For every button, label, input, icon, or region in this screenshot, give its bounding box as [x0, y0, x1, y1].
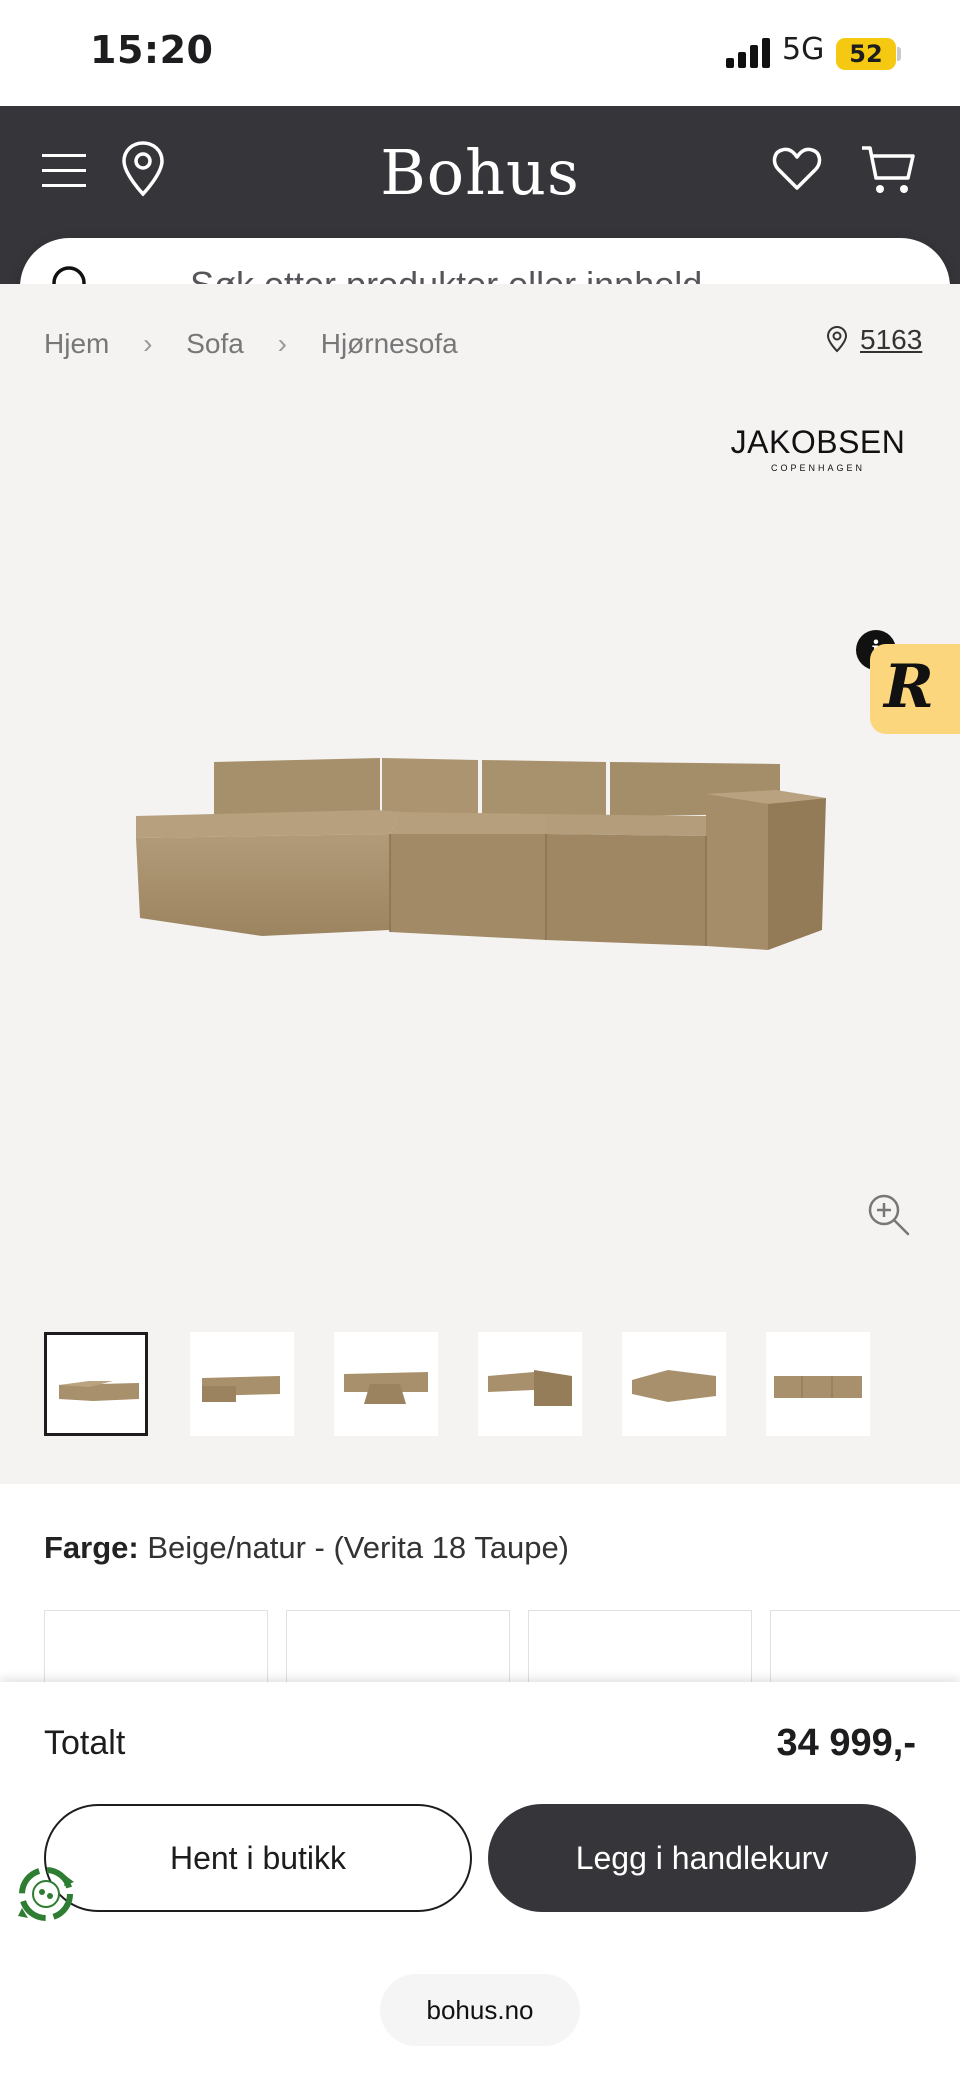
battery-icon: 52	[836, 38, 896, 70]
r-badge-letter: R	[884, 652, 934, 722]
location-pin-icon[interactable]	[120, 140, 166, 198]
add-to-cart-button[interactable]: Legg i handlekurv	[488, 1804, 916, 1912]
r-badge-button[interactable]: R	[870, 644, 960, 734]
breadcrumb-item-home[interactable]: Hjem	[44, 328, 109, 359]
color-value: Beige/natur - (Verita 18 Taupe)	[147, 1530, 570, 1565]
store-link[interactable]: 5163	[826, 324, 922, 356]
breadcrumb: Hjem › Sofa › Hjørnesofa	[44, 328, 458, 360]
product-image[interactable]	[126, 754, 836, 964]
menu-icon[interactable]	[40, 146, 90, 196]
network-type: 5G	[782, 32, 825, 67]
total-label: Totalt	[44, 1724, 126, 1762]
thumbnail-gallery	[44, 1332, 924, 1440]
store-label: 5163	[860, 324, 923, 355]
thumbnail-2[interactable]	[190, 1332, 294, 1436]
color-swatch[interactable]	[528, 1610, 752, 1690]
status-bar: 15:20 5G 52	[0, 0, 960, 106]
site-logo[interactable]: Bohus	[330, 136, 630, 209]
brand-name: JAKOBSEN	[730, 424, 906, 460]
pickup-in-store-button[interactable]: Hent i butikk	[44, 1804, 472, 1912]
cart-icon[interactable]	[860, 144, 916, 196]
product-hero: Hjem › Sofa › Hjørnesofa 5163 JAKOBSEN C…	[0, 284, 960, 1484]
thumbnail-3[interactable]	[334, 1332, 438, 1436]
thumbnail-6[interactable]	[766, 1332, 870, 1436]
color-selection: Farge: Beige/natur - (Verita 18 Taupe)	[44, 1530, 569, 1566]
heart-icon[interactable]	[772, 146, 822, 192]
purchase-sheet: Totalt 34 999,- Hent i butikk Legg i han…	[0, 1682, 960, 2077]
brand-logo: JAKOBSEN COPENHAGEN	[720, 424, 916, 473]
breadcrumb-item-corner-sofa[interactable]: Hjørnesofa	[321, 328, 458, 359]
recycle-icon[interactable]	[14, 1862, 78, 1926]
chevron-right-icon: ›	[143, 328, 153, 359]
thumbnail-1[interactable]	[44, 1332, 148, 1436]
color-swatch[interactable]	[770, 1610, 960, 1690]
location-pin-icon	[826, 325, 848, 353]
zoom-in-icon[interactable]	[866, 1192, 910, 1236]
breadcrumb-item-sofa[interactable]: Sofa	[186, 328, 244, 359]
color-label: Farge:	[44, 1530, 139, 1565]
color-swatch[interactable]	[44, 1610, 268, 1690]
battery-nub	[897, 47, 901, 61]
total-price: 34 999,-	[776, 1722, 916, 1764]
color-swatch[interactable]	[286, 1610, 510, 1690]
thumbnail-5[interactable]	[622, 1332, 726, 1436]
signal-icon	[726, 38, 770, 68]
chevron-right-icon: ›	[277, 328, 287, 359]
thumbnail-4[interactable]	[478, 1332, 582, 1436]
brand-sub: COPENHAGEN	[770, 463, 865, 473]
status-time: 15:20	[90, 28, 214, 72]
browser-url[interactable]: bohus.no	[380, 1974, 580, 2046]
